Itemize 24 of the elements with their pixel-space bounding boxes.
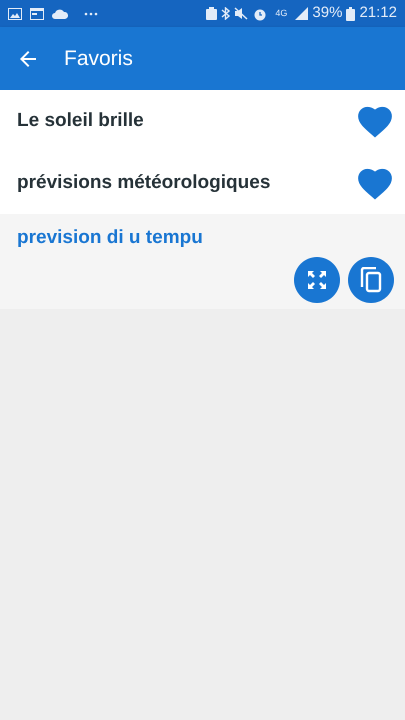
copy-button[interactable] <box>348 256 394 302</box>
battery-saver-icon <box>206 7 218 20</box>
copy-icon <box>359 266 383 292</box>
bluetooth-icon <box>221 7 230 20</box>
fullscreen-button[interactable] <box>294 256 340 302</box>
expand-icon <box>306 268 328 290</box>
heart-icon <box>357 166 393 200</box>
image-icon <box>8 8 22 20</box>
more-icon <box>84 12 98 16</box>
favorite-button[interactable] <box>357 104 393 138</box>
favorite-button[interactable] <box>357 166 393 200</box>
battery-icon <box>346 6 356 20</box>
network-type: 4G <box>275 9 288 18</box>
alarm-icon <box>253 6 268 20</box>
translation-text: prevision di u tempu <box>17 226 204 250</box>
calendar-icon <box>30 8 44 20</box>
battery-level: 39% <box>312 3 342 24</box>
clock: 21:12 <box>359 3 397 24</box>
mute-icon <box>234 7 250 20</box>
favorite-phrase[interactable]: Le soleil brille <box>17 106 144 136</box>
signal-icon <box>295 7 308 20</box>
cloud-icon <box>52 8 68 18</box>
heart-icon <box>357 104 393 138</box>
screen-title: Favoris <box>64 46 133 72</box>
